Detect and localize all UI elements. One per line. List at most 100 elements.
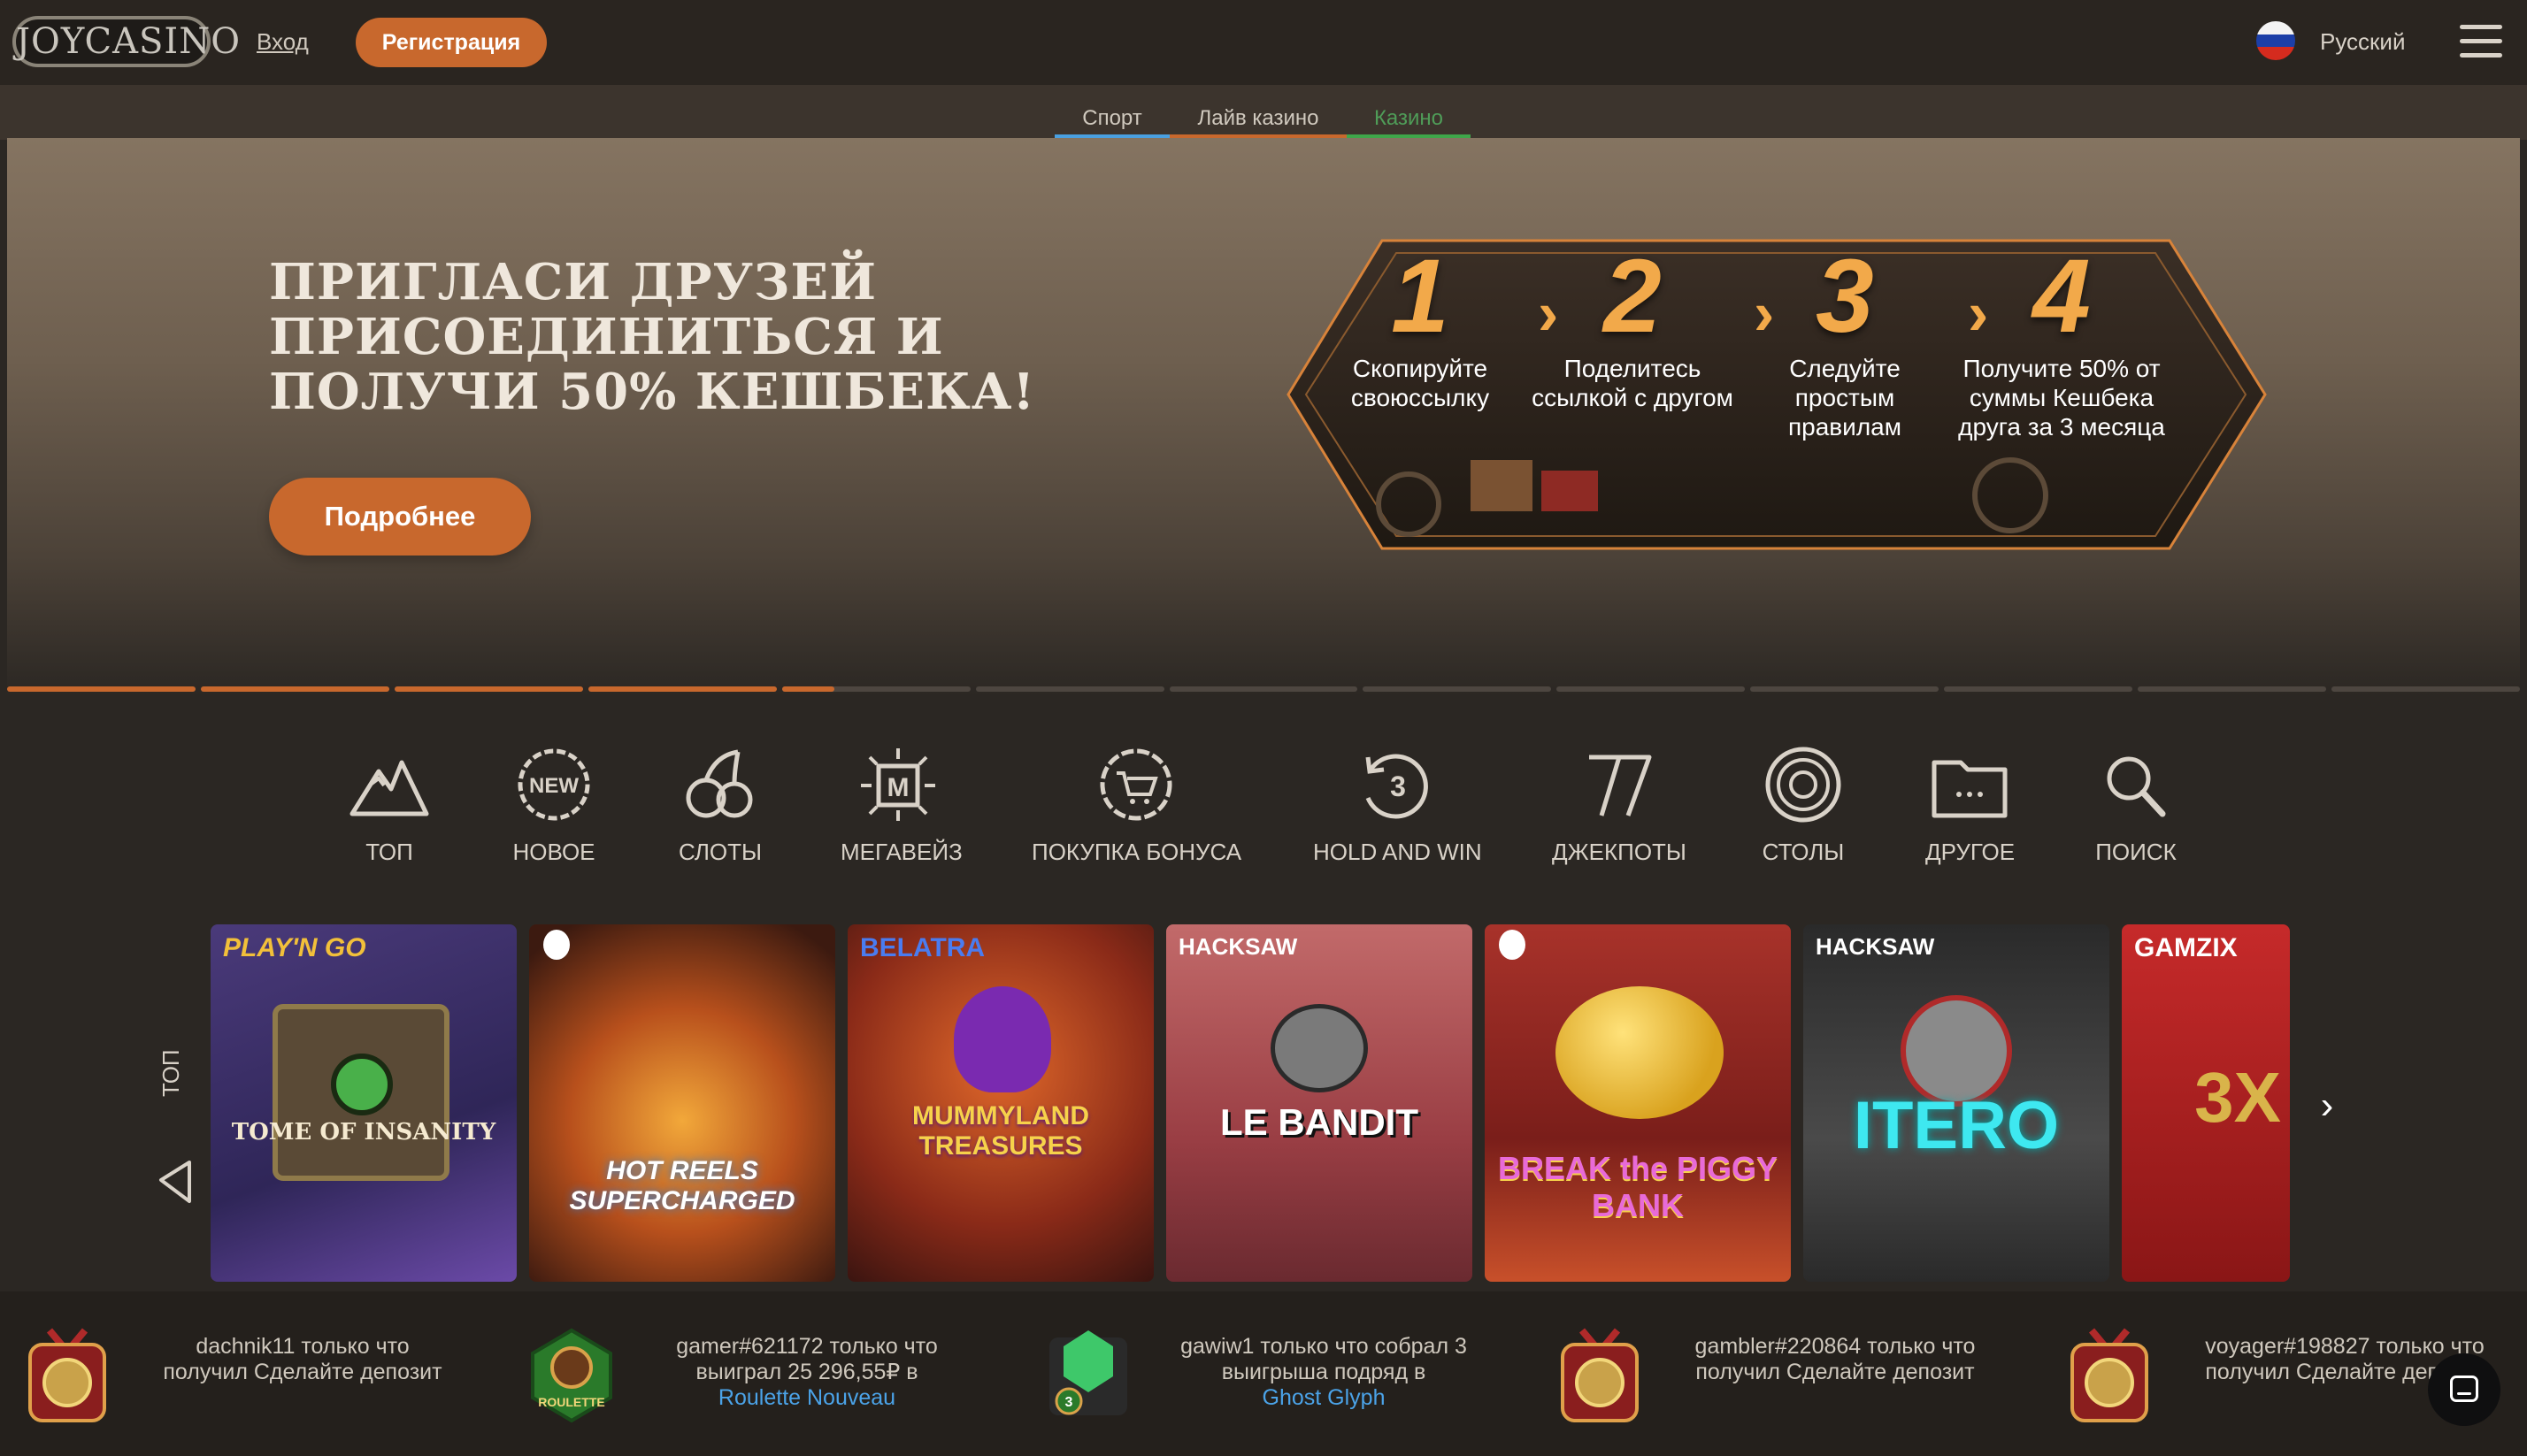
slider-segment[interactable]	[1363, 686, 1552, 692]
step-3: 3 Следуйте простым правилам	[1743, 239, 1947, 441]
slider-segment[interactable]	[2331, 686, 2520, 692]
step-4: 4 Получите 50% от суммы Кешбека друга за…	[1955, 239, 2168, 441]
slider-segment[interactable]	[588, 686, 777, 692]
game-tile[interactable]: BELATRA MUMMYLAND TREASURES	[848, 924, 1154, 1282]
svg-text:3: 3	[1065, 1395, 1073, 1410]
step-1-text: Скопируйте своюссылку	[1350, 355, 1490, 411]
feed-text: gawiw1 только что собрал 3 выигрыша подр…	[1173, 1334, 1474, 1411]
tab-casino[interactable]: Казино	[1347, 106, 1471, 140]
category-megaways[interactable]: M МЕГАВЕЙЗ	[841, 745, 963, 866]
tab-live-casino[interactable]: Лайв казино	[1170, 106, 1347, 140]
game-title: BREAK the PIGGY BANK	[1497, 1150, 1778, 1223]
category-bonus-buy[interactable]: ПОКУПКА БОНУСА	[1032, 745, 1242, 866]
slider-segment[interactable]	[394, 686, 583, 692]
svg-text:ROULETTE: ROULETTE	[538, 1395, 604, 1409]
game-tile[interactable]: GAMZIX 3X	[2122, 924, 2290, 1282]
tab-sport[interactable]: Спорт	[1055, 106, 1170, 140]
hold-and-win-icon: 3	[1365, 754, 1428, 819]
game-title: HOT REELS SUPERCHARGED	[569, 1156, 795, 1215]
game-tile[interactable]: HACKSAW LE BANDIT	[1166, 924, 1472, 1282]
category-tables[interactable]: СТОЛЫ	[1759, 745, 1847, 866]
category-other-label: ДРУГОЕ	[1925, 839, 2016, 865]
feed-message: gamer#621172 только что выиграл 25 296,5…	[676, 1334, 938, 1384]
game-art	[1555, 986, 1724, 1119]
provider-logo-icon	[1499, 930, 1525, 960]
slider-segment[interactable]	[1944, 686, 2133, 692]
banner-slider-progress[interactable]	[7, 686, 2520, 694]
tab-sport-label: Спорт	[1082, 106, 1142, 130]
feed-item[interactable]: ROULETTE gamer#621172 только что выиграл…	[510, 1291, 1005, 1456]
slider-segment[interactable]	[1169, 686, 1358, 692]
login-link[interactable]: Вход	[257, 28, 309, 56]
slider-segment-progress	[781, 686, 835, 692]
search-icon	[2107, 756, 2166, 817]
promo-banner[interactable]: ПРИГЛАСИ ДРУЗЕЙ ПРИСОЕДИНИТЬСЯ И ПОЛУЧИ …	[7, 138, 2520, 695]
section-label-top[interactable]: ТОП	[150, 1049, 204, 1212]
category-megaways-label: МЕГАВЕЙЗ	[841, 839, 963, 865]
more-details-button[interactable]: Подробнее	[269, 478, 531, 556]
step-4-text: Получите 50% от суммы Кешбека друга за 3…	[1958, 355, 2165, 441]
step-1: 1 Скопируйте своюссылку	[1318, 239, 1522, 412]
feed-item[interactable]: dachnik11 только что получил Сделайте де…	[0, 1291, 495, 1456]
category-top[interactable]: ТОП	[345, 745, 434, 866]
category-slots[interactable]: СЛОТЫ	[676, 745, 764, 866]
category-nav: ТОП NEW НОВОЕ СЛОТЫ M МЕГАВЕЙЗ ПОКУПКА Б…	[0, 745, 2527, 886]
step-3-number: 3	[1816, 238, 1874, 355]
feed-game-link[interactable]: Ghost Glyph	[1263, 1385, 1386, 1410]
feed-text: dachnik11 только что получил Сделайте де…	[152, 1334, 453, 1385]
carousel-next-arrow-icon[interactable]: ›	[2309, 1086, 2345, 1125]
game-tile[interactable]: BREAK the PIGGY BANK	[1485, 924, 1791, 1282]
tab-live-casino-label: Лайв казино	[1197, 106, 1319, 130]
svg-text:NEW: NEW	[529, 774, 579, 798]
feed-text: gambler#220864 только что получил Сделай…	[1685, 1334, 1986, 1385]
game-provider: HACKSAW	[1816, 933, 1935, 960]
category-new[interactable]: NEW НОВОЕ	[510, 745, 598, 866]
game-provider: HACKSAW	[1179, 933, 1298, 960]
step-2-number: 2	[1603, 238, 1662, 355]
tab-casino-label: Казино	[1373, 106, 1444, 130]
category-jackpots-label: ДЖЕКПОТЫ	[1552, 839, 1686, 865]
category-jackpots[interactable]: ДЖЕКПОТЫ	[1548, 745, 1690, 866]
category-hold-and-win[interactable]: 3 HOLD AND WIN	[1313, 745, 1482, 866]
deposit-badge-icon	[2070, 1328, 2148, 1422]
category-search[interactable]: ПОИСК	[2092, 745, 2180, 866]
game-art	[273, 1004, 449, 1181]
slider-segment[interactable]	[975, 686, 1164, 692]
step-3-text: Следуйте простым правилам	[1788, 355, 1901, 441]
svg-text:M: M	[887, 773, 910, 802]
bonus-cart-icon	[1100, 748, 1172, 821]
language-selector[interactable]: Русский	[2320, 28, 2405, 56]
game-tile[interactable]: HACKSAW ITERO	[1803, 924, 2109, 1282]
referral-steps-panel: 1 Скопируйте своюссылку › 2 Поделитесь с…	[1285, 239, 2269, 550]
category-new-label: НОВОЕ	[512, 839, 595, 865]
category-tables-label: СТОЛЫ	[1762, 839, 1845, 865]
register-button[interactable]: Регистрация	[356, 18, 547, 67]
category-bonus-buy-label: ПОКУПКА БОНУСА	[1032, 839, 1242, 865]
slider-segment[interactable]	[2138, 686, 2327, 692]
slider-segment[interactable]	[200, 686, 389, 692]
feed-item[interactable]: 3 gawiw1 только что собрал 3 выигрыша по…	[1019, 1291, 1515, 1456]
slider-segment[interactable]	[1556, 686, 1746, 692]
slider-segment[interactable]	[1750, 686, 1939, 692]
feed-message: dachnik11 только что получил Сделайте де…	[163, 1334, 442, 1384]
game-tile[interactable]: PLAY'N GO TOME OF INSANITY	[211, 924, 517, 1282]
category-top-label: ТОП	[365, 839, 413, 865]
game-title: 3X	[2194, 1058, 2281, 1137]
game-provider: PLAY'N GO	[223, 933, 366, 962]
mountain-icon	[349, 760, 429, 816]
logo[interactable]: JOYCASINO	[12, 16, 240, 67]
step-1-number: 1	[1391, 238, 1449, 355]
russian-flag-icon[interactable]	[2256, 21, 2295, 60]
cherries-icon	[686, 749, 753, 818]
game-tile[interactable]: HOT REELS SUPERCHARGED	[529, 924, 835, 1282]
hamburger-menu-icon[interactable]	[2460, 25, 2502, 60]
feed-message: gambler#220864 только что получил Сделай…	[1694, 1334, 1976, 1384]
feed-message: gawiw1 только что собрал 3 выигрыша подр…	[1180, 1334, 1467, 1384]
game-title: TOME OF INSANITY	[231, 1119, 496, 1146]
game-title: MUMMYLAND TREASURES	[912, 1101, 1089, 1161]
feed-game-link[interactable]: Roulette Nouveau	[718, 1385, 895, 1410]
slider-segment[interactable]	[7, 686, 196, 692]
feed-item[interactable]: gambler#220864 только что получил Сделай…	[1529, 1291, 2024, 1456]
category-other[interactable]: ДРУГОЕ	[1925, 745, 2016, 866]
chat-support-icon[interactable]	[2428, 1353, 2500, 1426]
